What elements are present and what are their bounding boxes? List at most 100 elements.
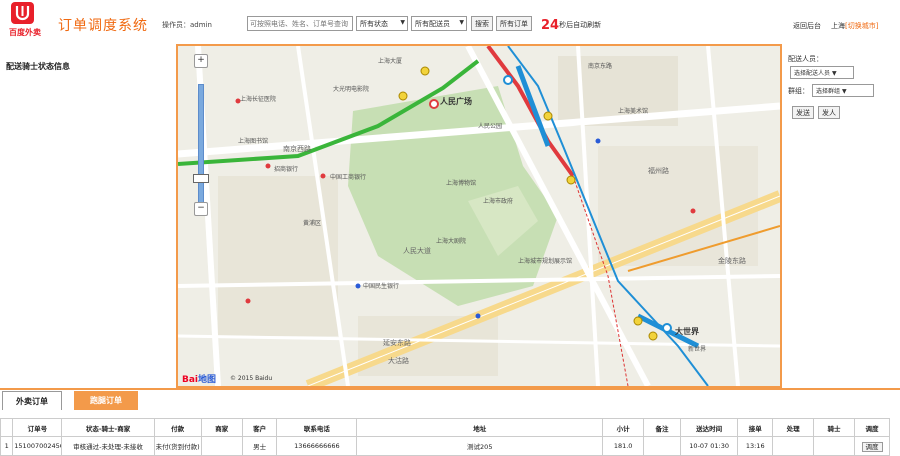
chevron-down-icon: ▼	[400, 19, 405, 26]
customer: 男士	[241, 436, 278, 456]
orders-table: 订单号 状态-骑士-商家 付款 商家 客户 联系电话 地址 小计 备注 送达时间…	[0, 418, 890, 456]
back-to-admin-link[interactable]: 返回后台	[793, 21, 821, 31]
zoom-slider-handle[interactable]	[193, 174, 209, 183]
city-name: 上海	[831, 22, 845, 30]
map-label: 新世界	[688, 346, 707, 353]
map-label: 上海长征医院	[240, 96, 277, 103]
clear-button[interactable]: 发人	[818, 106, 840, 119]
switch-city-link[interactable]: [切换城市]	[845, 22, 878, 30]
tab-errand-orders[interactable]: 跑腿订单	[74, 391, 138, 410]
zoom-slider-track[interactable]	[198, 84, 204, 206]
column-header: 备注	[643, 418, 681, 437]
map-label: 福州路	[648, 167, 669, 175]
tab-takeout-orders[interactable]: 外卖订单	[2, 391, 62, 410]
map-label: 南京东路	[588, 63, 613, 70]
map-label: 上海大厦	[378, 58, 403, 65]
city-indicator: 上海[切换城市]	[831, 21, 878, 31]
map-label: 上海城市规划展示馆	[518, 258, 573, 265]
logo-mark	[11, 2, 34, 24]
map-label: 上海大剧院	[436, 238, 467, 245]
dispatch-cell: 调度	[854, 436, 890, 456]
column-header: 联系电话	[276, 418, 358, 437]
rider-status-panel: 配送骑士状态信息	[0, 44, 177, 388]
column-header: 调度	[854, 418, 890, 437]
column-header: 处理	[772, 418, 815, 437]
map-label: 中国工商银行	[330, 174, 367, 181]
column-header: 订单号	[12, 418, 63, 437]
map-label: 黄浦区	[303, 220, 322, 227]
delivery-time: 10-07 01:30	[679, 436, 739, 456]
rider-status-title: 配送骑士状态信息	[6, 62, 70, 71]
column-header: 商家	[200, 418, 243, 437]
rider-label: 配送人员：	[788, 55, 823, 63]
map-label: 延安东路	[383, 339, 411, 347]
map-label: 上海图书馆	[238, 138, 269, 145]
baidu-logo-text: Bai	[182, 375, 199, 385]
table-header-row: 订单号 状态-骑士-商家 付款 商家 客户 联系电话 地址 小计 备注 送达时间…	[0, 418, 890, 437]
map-label: 大沽路	[388, 357, 409, 365]
map-label: 人民大道	[403, 247, 431, 255]
map-label: 中国民生银行	[363, 283, 400, 290]
refresh-seconds: 24	[541, 18, 560, 33]
column-header: 付款	[153, 418, 202, 437]
page-title: 订单调度系统	[58, 18, 148, 34]
group-label: 群组：	[788, 87, 809, 95]
map-zoom-control: + −	[190, 54, 216, 216]
chevron-down-icon: ▼	[831, 70, 837, 77]
map-label: 人民公园	[478, 123, 503, 130]
zoom-in-button[interactable]: +	[194, 54, 208, 68]
subtotal: 181.0	[602, 436, 645, 456]
rider	[813, 436, 856, 456]
group-select[interactable]: 选择群组 ▼	[812, 84, 874, 97]
map-label: 招商银行	[274, 166, 299, 173]
top-bar: 百度外卖 订单调度系统 操作员：admin 所有状态 ▼ 所有配送员 ▼ 搜索 所有…	[0, 0, 900, 44]
map-label: 金陵东路	[718, 257, 746, 265]
dispatch-panel: 配送人员： 选择配送人员 ▼ 群组： 选择群组 ▼ 发送 发人	[782, 44, 900, 388]
map-copyright: © 2015 Baidu	[230, 375, 273, 382]
logo: 百度外卖	[3, 2, 43, 40]
map-label: 上海博物馆	[446, 180, 477, 187]
baidu-map-logo: Bai地图	[182, 372, 216, 385]
status-select[interactable]: 所有状态 ▼	[356, 16, 408, 31]
map-view[interactable]: + − 人民广场 上海博物馆 上海大剧院 上海市政府 人民公园 上海美术馆 大世…	[176, 44, 782, 388]
address: 测试205	[356, 436, 604, 456]
refresh-suffix: 秒后自动刷新	[559, 21, 602, 29]
search-button[interactable]: 搜索	[471, 16, 493, 31]
search-input[interactable]	[247, 16, 353, 31]
rider-select-value: 所有配送员	[415, 20, 450, 28]
refresh-countdown: 24秒后自动刷新	[541, 18, 601, 33]
order-number: 15100700245688680	[12, 436, 63, 456]
column-header	[0, 418, 14, 437]
column-header: 送达时间	[679, 418, 739, 437]
group-select-value: 选择群组	[816, 88, 841, 95]
dispatch-rider-select-value: 选择配送人员	[794, 70, 831, 77]
send-button[interactable]: 发送	[792, 106, 814, 119]
order-tabs: 外卖订单 跑腿订单	[0, 388, 900, 412]
column-header: 小计	[602, 418, 645, 437]
accepted-time: 13:16	[737, 436, 774, 456]
remark	[643, 436, 681, 456]
row-index: 1	[0, 436, 14, 456]
dispatch-button[interactable]: 调度	[861, 442, 883, 452]
all-orders-button[interactable]: 所有订单	[496, 16, 532, 31]
baidu-logo-text-2: 地图	[198, 375, 217, 385]
map-label: 大光明电影院	[333, 86, 370, 93]
merchant	[200, 436, 243, 456]
dispatch-rider-select[interactable]: 选择配送人员 ▼	[790, 66, 854, 79]
chevron-down-icon: ▼	[841, 88, 847, 95]
column-header: 骑士	[813, 418, 856, 437]
column-header: 接单	[737, 418, 774, 437]
table-row[interactable]: 1 15100700245688680 审核通过-未处理-未接收 未付(货到付款…	[0, 436, 890, 456]
map-label: 上海市政府	[483, 198, 514, 205]
map-label: 上海美术馆	[618, 108, 649, 115]
payment-status: 未付(货到付款)	[153, 436, 202, 456]
phone: 13666666666	[276, 436, 358, 456]
status-select-value: 所有状态	[360, 20, 388, 28]
zoom-out-button[interactable]: −	[194, 202, 208, 216]
map-label: 南京西路	[283, 145, 311, 153]
rider-select[interactable]: 所有配送员 ▼	[411, 16, 467, 31]
column-header: 状态-骑士-商家	[61, 418, 155, 437]
logo-text: 百度外卖	[9, 28, 41, 37]
chevron-down-icon: ▼	[459, 19, 464, 26]
processing	[772, 436, 815, 456]
